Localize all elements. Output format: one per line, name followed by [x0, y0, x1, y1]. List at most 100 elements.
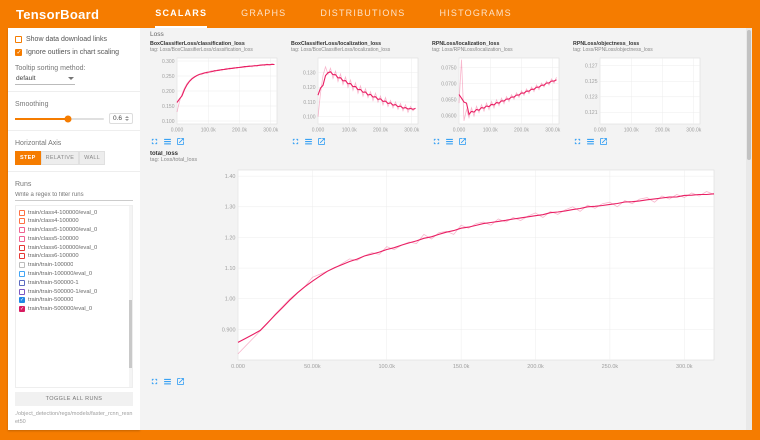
run-label: train/class6-100000/eval_0 [28, 245, 97, 251]
axis-wall-button[interactable]: WALL [79, 151, 105, 165]
pin-popout-icon[interactable] [317, 137, 326, 146]
svg-text:0.900: 0.900 [222, 327, 236, 333]
runs-list-scrollbar[interactable] [129, 206, 132, 386]
svg-text:200.0k: 200.0k [655, 128, 671, 134]
classification-loss-chart[interactable]: 0.1000.1500.2000.2500.3000.000100.0k200.… [150, 54, 282, 136]
horizontal-axis-buttons: STEP RELATIVE WALL [15, 151, 133, 165]
run-item[interactable]: train/class6-100000/eval_0 [16, 243, 132, 252]
run-checkbox[interactable] [19, 262, 25, 268]
nav-tabs: SCALARS GRAPHS DISTRIBUTIONS HISTOGRAMS [155, 0, 512, 28]
run-checkbox[interactable] [19, 210, 25, 216]
pin-popout-icon[interactable] [458, 137, 467, 146]
run-label: train/train-500000-1 [28, 280, 79, 286]
objectness-loss-chart[interactable]: 0.1210.1230.1250.1270.000100.0k200.0k300… [573, 54, 705, 136]
svg-text:0.150: 0.150 [162, 104, 175, 110]
data-options-icon[interactable] [163, 377, 172, 386]
runs-list-scrollbar-thumb[interactable] [129, 300, 132, 369]
runs-title: Runs [15, 181, 133, 188]
svg-text:1.00: 1.00 [225, 297, 236, 303]
svg-text:300.0k: 300.0k [676, 364, 693, 370]
run-item[interactable]: train/train-100000 [16, 261, 132, 270]
pin-popout-icon[interactable] [599, 137, 608, 146]
run-item[interactable]: train/class4-100000/eval_0 [16, 208, 132, 217]
run-checkbox[interactable] [19, 236, 25, 242]
data-options-icon[interactable] [586, 137, 595, 146]
show-download-links-row[interactable]: Show data download links [15, 35, 133, 44]
data-options-icon[interactable] [163, 137, 172, 146]
box-localization-loss-chart[interactable]: 0.1000.1100.1200.1300.000100.0k200.0k300… [291, 54, 423, 136]
svg-text:0.000: 0.000 [594, 128, 607, 134]
chevron-down-icon [68, 77, 74, 80]
chart-card-box-localization-loss: BoxClassifierLoss/localization_loss tag:… [291, 41, 423, 146]
total-loss-chart[interactable]: 0.9001.001.101.201.301.400.00050.00k100.… [150, 164, 728, 376]
run-label: train/class4-100000/eval_0 [28, 210, 97, 216]
tab-scalars[interactable]: SCALARS [155, 0, 207, 28]
svg-text:100.0k: 100.0k [378, 364, 395, 370]
run-checkbox[interactable] [19, 218, 25, 224]
fullscreen-icon[interactable] [573, 137, 582, 146]
svg-text:200.0k: 200.0k [373, 128, 389, 134]
fullscreen-icon[interactable] [150, 137, 159, 146]
run-label: train/train-100000/eval_0 [28, 271, 92, 277]
run-checkbox[interactable] [19, 297, 25, 303]
fullscreen-icon[interactable] [291, 137, 300, 146]
show-download-links-checkbox[interactable] [15, 36, 22, 43]
tooltip-sorting-value: default [16, 75, 36, 82]
smoothing-slider-thumb[interactable] [65, 115, 72, 122]
chart-toolbar [432, 137, 564, 146]
toggle-all-runs-button[interactable]: TOGGLE ALL RUNS [15, 392, 133, 406]
axis-step-button[interactable]: STEP [15, 151, 41, 165]
horizontal-axis-label: Horizontal Axis [15, 140, 133, 147]
svg-text:0.0700: 0.0700 [441, 82, 457, 88]
main-scrollbar-thumb[interactable] [747, 30, 751, 160]
run-item[interactable]: train/train-100000/eval_0 [16, 270, 132, 279]
rpn-localization-loss-chart[interactable]: 0.06000.06500.07000.07500.000100.0k200.0… [432, 54, 564, 136]
run-item[interactable]: train/train-500000-1/eval_0 [16, 287, 132, 296]
run-item[interactable]: train/class5-100000/eval_0 [16, 226, 132, 235]
run-item[interactable]: train/class5-100000 [16, 235, 132, 244]
run-checkbox[interactable] [19, 280, 25, 286]
tooltip-sorting-select[interactable]: default [15, 74, 75, 85]
run-checkbox[interactable] [19, 271, 25, 277]
run-item[interactable]: train/class6-100000 [16, 252, 132, 261]
svg-text:1.30: 1.30 [225, 205, 236, 211]
run-item[interactable]: train/train-500000 [16, 296, 132, 305]
pin-popout-icon[interactable] [176, 137, 185, 146]
fullscreen-icon[interactable] [432, 137, 441, 146]
smoothing-label: Smoothing [15, 101, 133, 108]
run-label: train/train-100000 [28, 262, 73, 268]
stepper-arrows-icon[interactable] [125, 116, 129, 122]
pin-popout-icon[interactable] [176, 377, 185, 386]
axis-relative-button[interactable]: RELATIVE [41, 151, 80, 165]
chart-tag: tag: Loss/RPNLoss/objectness_loss [573, 47, 705, 53]
smoothing-slider[interactable] [15, 118, 104, 120]
svg-text:0.0650: 0.0650 [441, 98, 457, 104]
run-checkbox[interactable] [19, 227, 25, 233]
run-checkbox[interactable] [19, 253, 25, 259]
run-checkbox[interactable] [19, 289, 25, 295]
run-label: train/class4-100000 [28, 218, 79, 224]
run-item[interactable]: train/class4-100000 [16, 217, 132, 226]
smoothing-value-stepper[interactable]: 0.6 [109, 113, 133, 124]
data-options-icon[interactable] [445, 137, 454, 146]
tab-distributions[interactable]: DISTRIBUTIONS [320, 0, 405, 28]
run-item[interactable]: train/train-500000-1 [16, 278, 132, 287]
run-checkbox[interactable] [19, 306, 25, 312]
ignore-outliers-checkbox[interactable] [15, 49, 22, 56]
main-scrollbar[interactable] [746, 28, 752, 430]
run-item[interactable]: train/train-500000/eval_0 [16, 305, 132, 314]
run-checkbox[interactable] [19, 245, 25, 251]
svg-text:0.127: 0.127 [585, 64, 598, 70]
data-options-icon[interactable] [304, 137, 313, 146]
tab-histograms[interactable]: HISTOGRAMS [439, 0, 511, 28]
divider [8, 171, 140, 172]
svg-text:0.200: 0.200 [162, 89, 175, 95]
chart-tag: tag: Loss/RPNLoss/localization_loss [432, 47, 564, 53]
ignore-outliers-row[interactable]: Ignore outliers in chart scaling [15, 48, 133, 57]
fullscreen-icon[interactable] [150, 377, 159, 386]
tooltip-sorting-label: Tooltip sorting method: [15, 65, 133, 72]
chart-toolbar [291, 137, 423, 146]
runs-filter-input[interactable] [15, 190, 133, 201]
tab-graphs[interactable]: GRAPHS [241, 0, 286, 28]
smoothing-slider-fill [15, 118, 68, 120]
